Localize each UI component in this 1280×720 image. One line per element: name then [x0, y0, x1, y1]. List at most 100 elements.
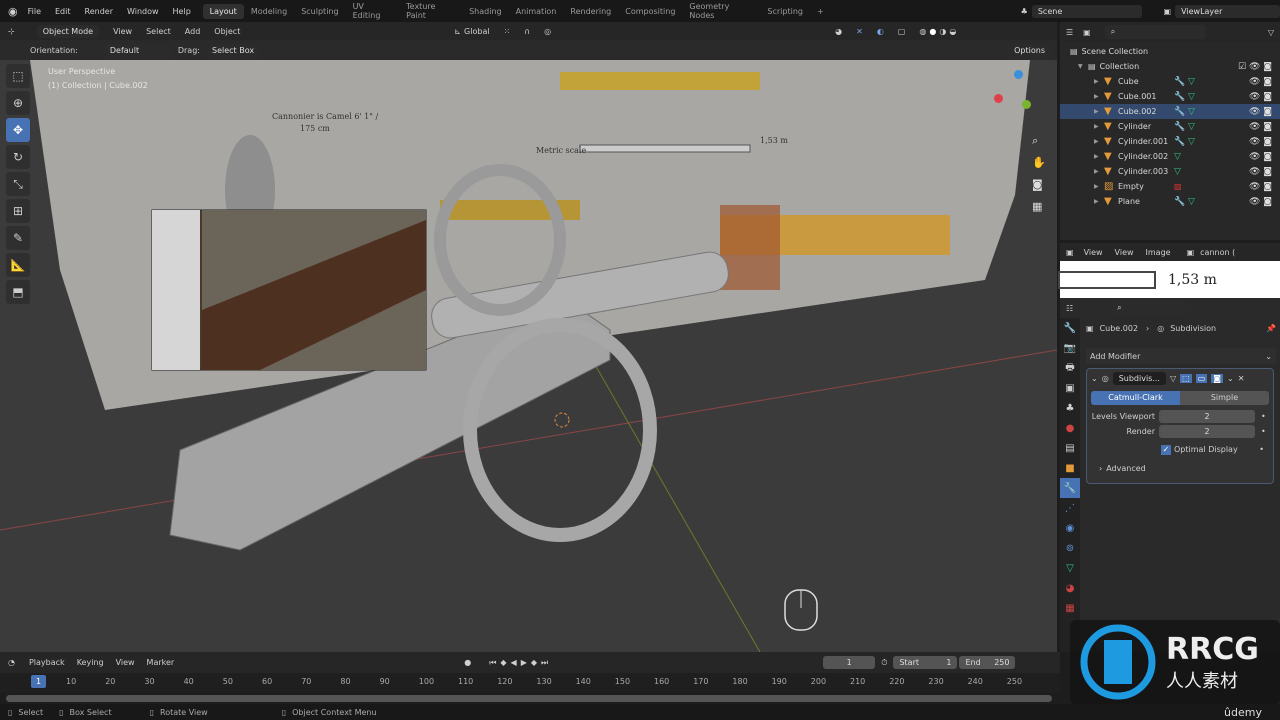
menu-view[interactable]: View: [116, 658, 135, 667]
expand-icon[interactable]: ▶: [1094, 123, 1104, 130]
tab-modeling[interactable]: Modeling: [244, 4, 294, 19]
move-tool-icon[interactable]: ✥: [6, 118, 30, 142]
simple-button[interactable]: Simple: [1180, 391, 1269, 405]
outliner-item[interactable]: ▶ ▼ Cylinder.001 🔧 ▽ 👁 ◙: [1060, 134, 1280, 149]
outliner-item[interactable]: ▶ ▼ Cylinder.002 ▽ 👁 ◙: [1060, 149, 1280, 164]
x-axis-icon[interactable]: [994, 94, 1003, 103]
start-frame-field[interactable]: Start 1: [893, 656, 958, 669]
rendered-shading-icon[interactable]: ◒: [949, 27, 956, 36]
expand-icon[interactable]: ▶: [1094, 78, 1104, 85]
modifier-tab-icon[interactable]: 🔧: [1060, 478, 1080, 498]
image-editor-view[interactable]: 1,53 m: [1058, 261, 1280, 298]
jump-start-icon[interactable]: ⏮: [489, 658, 496, 668]
world-tab-icon[interactable]: ●: [1060, 418, 1080, 438]
remove-modifier-icon[interactable]: ✕: [1238, 374, 1245, 383]
tool-tab-icon[interactable]: 🔧: [1060, 318, 1080, 338]
filter-view-icon[interactable]: ▣: [1083, 28, 1091, 37]
visibility-icons[interactable]: 👁 ◙: [1249, 92, 1272, 102]
image-browse-icon[interactable]: ▣: [1187, 248, 1195, 257]
options-dropdown[interactable]: Options: [1008, 43, 1051, 57]
annotate-tool-icon[interactable]: ✎: [6, 226, 30, 250]
mesh-data-icon[interactable]: ▽: [1188, 77, 1202, 87]
modifier-icon[interactable]: 🔧: [1174, 122, 1188, 132]
editor-type-icon[interactable]: ⊹: [8, 27, 15, 36]
data-tab-icon[interactable]: ▽: [1060, 558, 1080, 578]
timeline-scrollbar[interactable]: [6, 695, 1052, 702]
tab-shading[interactable]: Shading: [462, 4, 509, 19]
timeline-ruler[interactable]: 1 10 20 30 40 50 60 70 80 90 100 110 120 130 140 150 16…: [0, 673, 1060, 693]
visibility-icon[interactable]: ◕: [835, 27, 842, 36]
menu-image[interactable]: Image: [1146, 248, 1171, 257]
current-frame-field[interactable]: 1: [823, 656, 876, 669]
mesh-data-icon[interactable]: ▽: [1174, 152, 1188, 162]
visibility-icons[interactable]: 👁 ◙: [1249, 107, 1272, 117]
scene-tab-icon[interactable]: ♣: [1060, 398, 1080, 418]
tab-compositing[interactable]: Compositing: [618, 4, 682, 19]
tab-layout[interactable]: Layout: [202, 3, 244, 19]
z-axis-icon[interactable]: [1014, 70, 1023, 79]
menu-window[interactable]: Window: [127, 7, 159, 16]
render-levels-field[interactable]: 2: [1159, 425, 1255, 438]
scene-field[interactable]: Scene: [1031, 4, 1142, 18]
visibility-icons[interactable]: 👁 ◙: [1249, 77, 1272, 87]
menu-add[interactable]: Add: [185, 27, 201, 36]
pin-icon[interactable]: 📌: [1266, 324, 1276, 333]
wireframe-shading-icon[interactable]: ◍: [919, 27, 926, 36]
play-reverse-icon[interactable]: ◀: [511, 658, 517, 667]
editor-type-icon[interactable]: ◔: [8, 658, 15, 667]
collection-row[interactable]: ▼ ▤ Collection ☑ 👁 ◙: [1060, 59, 1280, 74]
add-cube-tool-icon[interactable]: ⬒: [6, 280, 30, 304]
editor-type-icon[interactable]: ☷: [1066, 304, 1073, 313]
play-icon[interactable]: ▶: [521, 658, 527, 667]
mesh-data-icon[interactable]: ▽: [1188, 197, 1202, 207]
mesh-data-icon[interactable]: ▽: [1188, 137, 1202, 147]
measure-tool-icon[interactable]: 📐: [6, 253, 30, 277]
object-tab-icon[interactable]: ■: [1060, 458, 1080, 478]
on-cage-icon[interactable]: ▽: [1170, 374, 1176, 383]
pan-view-icon[interactable]: ✋: [1032, 152, 1046, 174]
menu-file[interactable]: File: [28, 7, 41, 16]
playhead[interactable]: 1: [31, 675, 46, 688]
catmull-clark-button[interactable]: Catmull-Clark: [1091, 391, 1180, 405]
navigation-gizmo[interactable]: [990, 68, 1040, 118]
physics-tab-icon[interactable]: ◉: [1060, 518, 1080, 538]
outliner-item[interactable]: ▶ ▼ Cube.001 🔧 ▽ 👁 ◙: [1060, 89, 1280, 104]
stopwatch-icon[interactable]: ⏱: [881, 658, 887, 668]
drag-dropdown[interactable]: Select Box: [205, 43, 261, 57]
select-box-tool-icon[interactable]: ⬚: [6, 64, 30, 88]
overlay-toggle-icon[interactable]: ◐: [877, 27, 884, 36]
orientation-dropdown[interactable]: Default: [103, 43, 172, 57]
expand-icon[interactable]: ▶: [1094, 138, 1104, 145]
expand-icon[interactable]: ▶: [1094, 153, 1104, 160]
tab-rendering[interactable]: Rendering: [563, 4, 618, 19]
material-tab-icon[interactable]: ◕: [1060, 578, 1080, 598]
outliner-item[interactable]: ▶ ▼ Cube 🔧 ▽ 👁 ◙: [1060, 74, 1280, 89]
menu-object[interactable]: Object: [214, 27, 240, 36]
menu-keying[interactable]: Keying: [77, 658, 104, 667]
camera-view-icon[interactable]: ◙: [1032, 174, 1046, 196]
image-name-field[interactable]: cannon (: [1200, 248, 1235, 257]
menu-help[interactable]: Help: [173, 7, 191, 16]
view-layer-icon[interactable]: ▣: [1164, 7, 1172, 16]
expand-icon[interactable]: ▶: [1094, 108, 1104, 115]
view-layer-field[interactable]: ViewLayer: [1175, 4, 1280, 18]
tab-scripting[interactable]: Scripting: [760, 4, 810, 19]
y-axis-icon[interactable]: [1022, 100, 1031, 109]
outliner-item[interactable]: ▶ ▼ Cube.002 🔧 ▽ 👁 ◙: [1060, 104, 1280, 119]
menu-playback[interactable]: Playback: [29, 658, 65, 667]
scene-icon[interactable]: ♣: [1021, 7, 1028, 16]
proportional-edit-icon[interactable]: ◎: [544, 27, 551, 36]
auto-keying-icon[interactable]: ●: [464, 658, 471, 667]
zoom-view-icon[interactable]: ⌕: [1032, 130, 1046, 152]
menu-view[interactable]: View: [113, 27, 132, 36]
jump-end-icon[interactable]: ⏭: [541, 658, 548, 668]
visibility-icons[interactable]: 👁 ◙: [1249, 167, 1272, 177]
modifier-icon[interactable]: 🔧: [1174, 77, 1188, 87]
solid-shading-icon[interactable]: ●: [929, 27, 936, 36]
levels-viewport-field[interactable]: 2: [1159, 410, 1255, 423]
outliner-item[interactable]: ▶ ▼ Cylinder 🔧 ▽ 👁 ◙: [1060, 119, 1280, 134]
menu-select[interactable]: Select: [146, 27, 171, 36]
visibility-icons[interactable]: 👁 ◙: [1249, 152, 1272, 162]
optimal-display-checkbox[interactable]: ✓: [1161, 444, 1171, 455]
tab-uv-editing[interactable]: UV Editing: [346, 0, 400, 23]
